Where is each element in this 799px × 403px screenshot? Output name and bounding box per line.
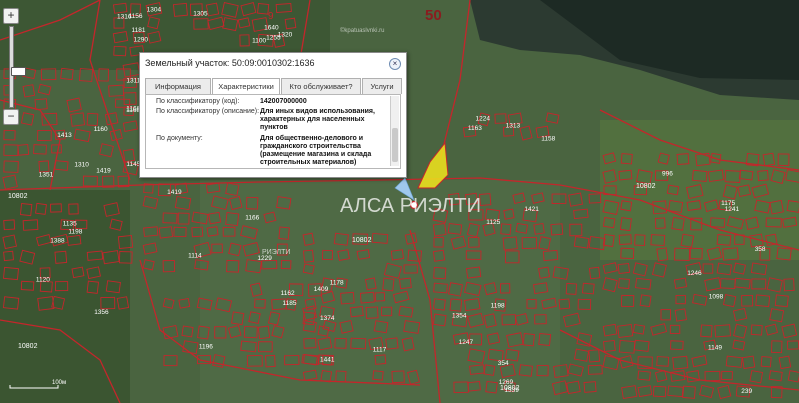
parcel-label: 1310 xyxy=(74,161,89,168)
parcel-label: 1120 xyxy=(36,277,50,284)
parcel-label: 1098 xyxy=(709,293,724,300)
zone-label: 9 xyxy=(268,11,274,22)
parcel-label: 1185 xyxy=(283,300,297,307)
parcel-label: 1246 xyxy=(687,270,702,277)
quarter-label: 10802 xyxy=(636,183,656,190)
parcel-label: 1313 xyxy=(506,122,521,129)
quarter-label: 10802 xyxy=(352,237,372,244)
watermark: АЛСА РИЭЛТИ xyxy=(340,195,481,217)
popup-scrollbar[interactable] xyxy=(390,96,399,166)
parcel-label: 1149 xyxy=(708,345,722,352)
parcel-label: 1290 xyxy=(134,36,149,43)
parcel-label: 996 xyxy=(662,170,673,177)
zoom-control: + − xyxy=(3,8,26,126)
parcel-label: 358 xyxy=(755,246,766,253)
zoom-slider-handle[interactable] xyxy=(11,67,26,76)
quarter-label: 10802 xyxy=(18,343,38,350)
row-label: По классификатору (описание): xyxy=(156,108,260,115)
parcel-label: 1196 xyxy=(199,343,213,350)
tab-characteristics[interactable]: Характеристики xyxy=(212,78,280,95)
parcel-label: 1125 xyxy=(486,219,500,226)
quarter-label: 10802 xyxy=(8,193,28,200)
parcel-label: 1160 xyxy=(94,126,108,133)
quarter-label: 10802 xyxy=(500,385,520,392)
row-label: По документу: xyxy=(156,135,203,142)
tab-who-serves[interactable]: Кто обслуживает? xyxy=(281,78,361,94)
parcel-label: 1162 xyxy=(281,290,295,297)
zoom-out-button[interactable]: − xyxy=(3,109,19,125)
parcel-label: 1178 xyxy=(330,279,344,286)
parcel-label: 1247 xyxy=(459,339,474,346)
tab-services[interactable]: Услуги xyxy=(362,78,402,94)
parcel-label: 1100 xyxy=(252,37,266,44)
parcel-label: 239 xyxy=(741,388,752,395)
row-value: 142007000000 xyxy=(260,98,307,105)
zoom-in-button[interactable]: + xyxy=(3,8,19,24)
parcel-label: 1163 xyxy=(468,125,482,132)
parcel-label: 1198 xyxy=(68,229,82,236)
parcel-label: 1441 xyxy=(320,357,335,364)
parcel-label: 1135 xyxy=(63,221,77,228)
parcel-info-popup: Земельный участок: 50:09:0010302:1636 × … xyxy=(139,52,407,178)
watermark-small: РИЭЛТИ xyxy=(262,249,290,256)
parcel-label: 354 xyxy=(498,360,509,367)
zoom-slider-track[interactable] xyxy=(9,26,26,108)
parcel-label: 1198 xyxy=(491,303,505,310)
field-area xyxy=(600,120,799,260)
parcel-label: 1421 xyxy=(524,206,539,213)
popup-title: Земельный участок: 50:09:0010302:1636 xyxy=(145,58,315,68)
scale-bar: 100м xyxy=(8,378,68,390)
parcel-label: 1181 xyxy=(132,27,146,34)
parcel-label: 1224 xyxy=(476,116,491,123)
close-icon[interactable]: × xyxy=(389,58,401,70)
map-credit: ©kpatuaslvnki.ru xyxy=(340,27,384,34)
popup-header: Земельный участок: 50:09:0010302:1636 × xyxy=(140,53,406,75)
parcel-label: 1374 xyxy=(320,315,335,322)
parcel-label: 1255 xyxy=(266,35,281,42)
parcel-label: 1413 xyxy=(57,132,72,139)
parcel-label: 1640 xyxy=(264,24,279,31)
parcel-label: 1166 xyxy=(245,215,259,222)
parcel-label: 1305 xyxy=(193,11,208,18)
parcel-label: 1114 xyxy=(188,252,202,259)
parcel-label: 1388 xyxy=(50,237,65,244)
district-label: 50 xyxy=(425,7,442,24)
row-label: По классификатору (код): xyxy=(156,98,240,105)
parcel-label: 1351 xyxy=(39,172,54,179)
scrollbar-thumb[interactable] xyxy=(392,128,398,162)
popup-content: По классификатору (код): 142007000000 По… xyxy=(145,94,401,169)
row-value: Для иных видов использования, характерны… xyxy=(260,108,375,131)
scale-label: 100м xyxy=(52,380,67,386)
parcel-label: 1117 xyxy=(373,346,387,353)
parcel-label: 1356 xyxy=(94,309,109,316)
parcel-label: 1409 xyxy=(314,286,329,293)
parcel-label: 1304 xyxy=(147,7,162,14)
parcel-label: 1241 xyxy=(725,206,740,213)
row-value: Для общественно-делового и гражданского … xyxy=(260,135,372,166)
popup-tabs: Информация Характеристики Кто обслуживае… xyxy=(145,78,402,95)
parcel-label: 1156 xyxy=(129,13,143,20)
tab-info[interactable]: Информация xyxy=(145,78,211,94)
parcel-label: 1419 xyxy=(96,168,111,175)
parcel-label: 1158 xyxy=(541,136,555,143)
parcel-label: 1354 xyxy=(452,313,467,320)
parcel-label: 1419 xyxy=(167,189,182,196)
